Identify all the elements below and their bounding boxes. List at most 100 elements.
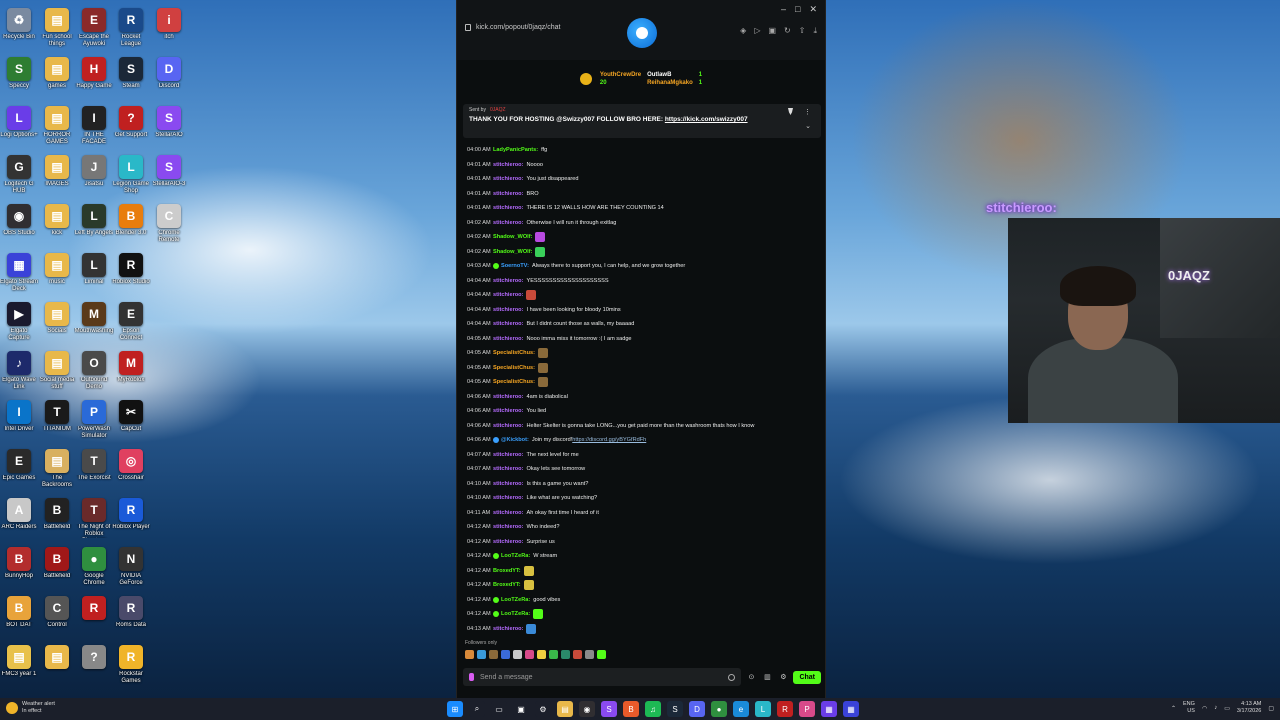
message-username[interactable]: LooTZeRa: — [501, 553, 530, 559]
taskbar-brave-icon[interactable]: B — [623, 701, 639, 717]
message-username[interactable]: @Kickbot: — [501, 437, 529, 443]
taskbar-app5-icon[interactable]: ▦ — [843, 701, 859, 717]
download-icon[interactable]: ⤓ — [813, 26, 817, 36]
quick-emote-icon[interactable] — [465, 650, 474, 659]
message-username[interactable]: LooTZeRa: — [501, 611, 530, 617]
message-username[interactable]: Shadow_WOlf: — [493, 249, 532, 255]
desktop-icon[interactable]: ▤ Fun school things — [38, 4, 76, 53]
taskbar-obs-icon[interactable]: ◉ — [579, 701, 595, 717]
desktop-icon[interactable]: T The Exorcist — [75, 445, 113, 494]
quick-emote-icon[interactable] — [477, 650, 486, 659]
refresh-icon[interactable]: ↻ — [784, 26, 791, 36]
desktop-icon[interactable]: T The Night of Roblox Phantom — [75, 494, 113, 543]
desktop-icon[interactable]: I IN THE FACADE — [75, 102, 113, 151]
taskbar-chrome-icon[interactable]: ● — [711, 701, 727, 717]
settings-icon[interactable]: ⚙ — [777, 671, 789, 683]
quick-emote-icon[interactable] — [561, 650, 570, 659]
battery-icon[interactable]: ▭ — [1224, 705, 1230, 712]
desktop-icon[interactable]: ▤ games — [38, 53, 76, 102]
leader-name-3[interactable]: ReihanaMgkako — [647, 80, 693, 86]
desktop-icon[interactable]: S StellarAIO-3 — [150, 151, 188, 200]
taskbar-steam-icon[interactable]: S — [667, 701, 683, 717]
desktop-icon[interactable]: B BunnyHop — [0, 543, 38, 592]
desktop-icon[interactable]: O Outbound Demo — [75, 347, 113, 396]
desktop-icon[interactable]: B Battlefield — [38, 543, 76, 592]
message-username[interactable]: stitchieroo: — [493, 292, 523, 298]
message-username[interactable]: LadyPanicPants: — [493, 147, 538, 153]
message-username[interactable]: LooTZeRa: — [501, 597, 530, 603]
desktop-icon[interactable]: R Roblox Studio — [112, 249, 150, 298]
desktop-icon[interactable]: D Discord — [150, 53, 188, 102]
taskbar-app4-icon[interactable]: ▦ — [821, 701, 837, 717]
desktop-icon[interactable]: B BOT DAT — [0, 592, 38, 641]
desktop-icon[interactable]: ♻ Recycle Bin — [0, 4, 38, 53]
desktop-icon[interactable]: R Rockstar Games — [112, 641, 150, 690]
message-username[interactable]: BroxedYT: — [493, 568, 521, 574]
taskbar-explorer-icon[interactable]: ▤ — [557, 701, 573, 717]
message-username[interactable]: stitchieroo: — [493, 176, 523, 182]
message-username[interactable]: SoernoTV: — [501, 263, 529, 269]
desktop-icon[interactable]: E Epson Connect — [112, 298, 150, 347]
chat-input[interactable]: Send a message — [463, 668, 742, 686]
desktop-icon[interactable]: S Steam — [112, 53, 150, 102]
minimize-button[interactable]: – — [781, 4, 786, 15]
desktop-icon[interactable]: ▤ music — [38, 249, 76, 298]
desktop-icon[interactable]: H Happy Game — [75, 53, 113, 102]
desktop-icon[interactable]: M Mouthwashing — [75, 298, 113, 347]
more-icon[interactable]: ⋮ — [804, 108, 811, 116]
quick-emote-icon[interactable] — [597, 650, 606, 659]
desktop-icon[interactable]: C Chrome Remote — [150, 200, 188, 249]
desktop-icon[interactable]: ✂ CapCut — [112, 396, 150, 445]
message-username[interactable]: stitchieroo: — [493, 481, 523, 487]
message-username[interactable]: stitchieroo: — [493, 321, 523, 327]
message-username[interactable]: BroxedYT: — [493, 582, 521, 588]
address-bar[interactable]: kick.com/popout/0jaqz/chat — [465, 24, 560, 31]
desktop-icon[interactable]: R Rocket League — [112, 4, 150, 53]
desktop-icon[interactable]: C Control — [38, 592, 76, 641]
pinned-sender[interactable]: 0JAQZ — [490, 107, 506, 113]
weather-widget[interactable]: Weather alert In effect — [6, 701, 55, 714]
message-username[interactable]: SpecialistChus: — [493, 350, 535, 356]
taskbar-app2-icon[interactable]: R — [777, 701, 793, 717]
desktop-icon[interactable]: L Legion Game Shop — [112, 151, 150, 200]
taskbar-edge-icon[interactable]: e — [733, 701, 749, 717]
taskbar-app3-icon[interactable]: P — [799, 701, 815, 717]
message-username[interactable]: Shadow_WOlf: — [493, 234, 532, 240]
desktop-icon[interactable]: L Logi Options+ — [0, 102, 38, 151]
taskbar-app1-icon[interactable]: L — [755, 701, 771, 717]
message-username[interactable]: stitchieroo: — [493, 510, 523, 516]
message-username[interactable]: stitchieroo: — [493, 205, 523, 211]
message-username[interactable]: SpecialistChus: — [493, 365, 535, 371]
desktop-icon[interactable]: R Roms Data — [112, 592, 150, 641]
desktop-icon[interactable]: E Escape the Ayuwoki — [75, 4, 113, 53]
chevron-up-icon[interactable]: ⌃ — [1171, 705, 1176, 712]
desktop-icon[interactable]: ● Google Chrome — [75, 543, 113, 592]
message-username[interactable]: stitchieroo: — [493, 539, 523, 545]
quick-emote-icon[interactable] — [549, 650, 558, 659]
desktop-icon[interactable]: B Battlefield — [38, 494, 76, 543]
desktop-icon[interactable]: S StellarAIO — [150, 102, 188, 151]
quick-emote-icon[interactable] — [489, 650, 498, 659]
message-username[interactable]: stitchieroo: — [493, 524, 523, 530]
share-icon[interactable]: ⇧ — [799, 26, 806, 36]
message-username[interactable]: stitchieroo: — [493, 408, 523, 414]
desktop-icon[interactable]: ? Get Support — [112, 102, 150, 151]
message-username[interactable]: stitchieroo: — [493, 162, 523, 168]
desktop-icon[interactable]: A ARC Raiders — [0, 494, 38, 543]
message-username[interactable]: stitchieroo: — [493, 495, 523, 501]
desktop-icon[interactable]: ▤ Socials — [38, 298, 76, 347]
desktop-icon[interactable]: ? — [75, 641, 113, 690]
message-username[interactable]: SpecialistChus: — [493, 379, 535, 385]
desktop-icon[interactable]: N NVIDIA GeForce — [112, 543, 150, 592]
desktop-icon[interactable]: ▤ kick — [38, 200, 76, 249]
wifi-icon[interactable]: ◠ — [1202, 705, 1207, 712]
desktop-icon[interactable]: ◉ OBS Studio — [0, 200, 38, 249]
desktop-icon[interactable]: ▤ — [38, 641, 76, 690]
desktop-icon[interactable]: ▤ IMAGES — [38, 151, 76, 200]
desktop-icon[interactable]: I Intel Driver — [0, 396, 38, 445]
chevron-down-icon[interactable]: ⌄ — [805, 122, 811, 130]
message-link[interactable]: https://discord.gg/yBYGfRdFh — [572, 437, 646, 443]
desktop-icon[interactable]: G Logitech G HUB — [0, 151, 38, 200]
desktop-icon[interactable]: S Speccy — [0, 53, 38, 102]
language-indicator[interactable]: ENG US — [1183, 701, 1195, 715]
